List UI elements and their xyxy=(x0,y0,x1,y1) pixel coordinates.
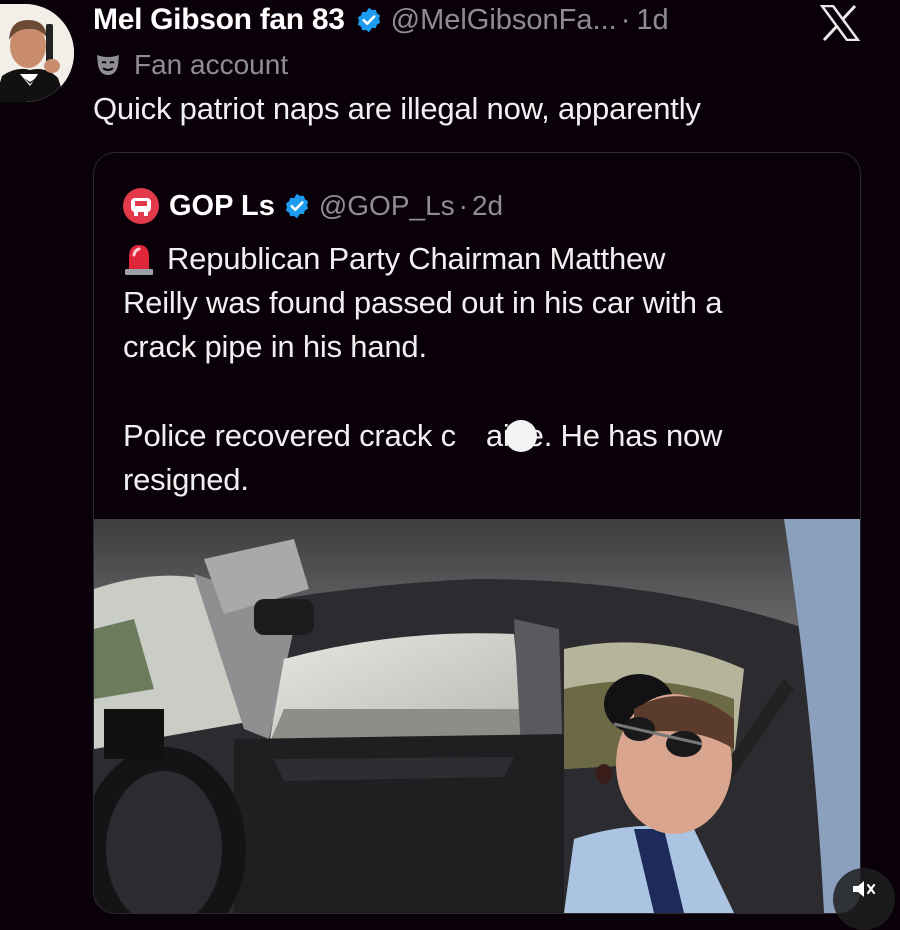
quoted-text-line-2: Reilly was found passed out in his car w… xyxy=(123,285,723,320)
siren-emoji-icon xyxy=(123,241,155,275)
attached-photo[interactable] xyxy=(94,519,860,913)
x-logo-icon[interactable] xyxy=(819,4,861,42)
quoted-post-header: GOP Ls @GOP_Ls · 2d xyxy=(123,186,503,226)
separator-dot: · xyxy=(458,190,468,221)
quoted-handle[interactable]: @GOP_Ls xyxy=(319,190,455,222)
quoted-text-line-4: Police recovered crack c aine. He has now xyxy=(123,418,722,454)
separator-dot: · xyxy=(620,3,631,36)
post-timestamp[interactable]: 1d xyxy=(636,4,668,37)
quoted-display-name[interactable]: GOP Ls xyxy=(169,190,275,223)
touch-cursor-indicator xyxy=(505,420,537,452)
post-header: Mel Gibson fan 83 @MelGibsonFa... · 1d xyxy=(93,0,669,40)
quoted-post-card[interactable]: GOP Ls @GOP_Ls · 2d Republican Party Cha… xyxy=(93,152,861,914)
fan-account-label: Fan account xyxy=(134,49,289,80)
author-handle[interactable]: @MelGibsonFa... xyxy=(391,4,617,37)
theater-mask-icon xyxy=(94,53,122,77)
verified-badge-icon xyxy=(355,6,383,34)
author-avatar[interactable] xyxy=(0,4,74,102)
author-display-name[interactable]: Mel Gibson fan 83 xyxy=(93,3,345,37)
verified-badge-icon xyxy=(283,192,311,220)
mute-toggle-button[interactable] xyxy=(833,868,895,930)
quoted-timestamp[interactable]: 2d xyxy=(472,190,503,222)
fan-account-badge: Fan account xyxy=(94,47,288,83)
post-text: Quick patriot naps are illegal now, appa… xyxy=(93,91,701,126)
quoted-text-line-3: crack pipe in his hand. xyxy=(123,329,427,364)
gop-logo-icon[interactable] xyxy=(123,188,159,224)
quoted-text-line-1: Republican Party Chairman Matthew xyxy=(167,241,666,276)
speaker-muted-icon xyxy=(851,878,877,905)
quoted-text-line-4a: Police recovered crack c xyxy=(123,418,456,453)
quoted-text-line-5: resigned. xyxy=(123,462,249,497)
quoted-text-line: Republican Party Chairman Matthew xyxy=(123,241,665,277)
